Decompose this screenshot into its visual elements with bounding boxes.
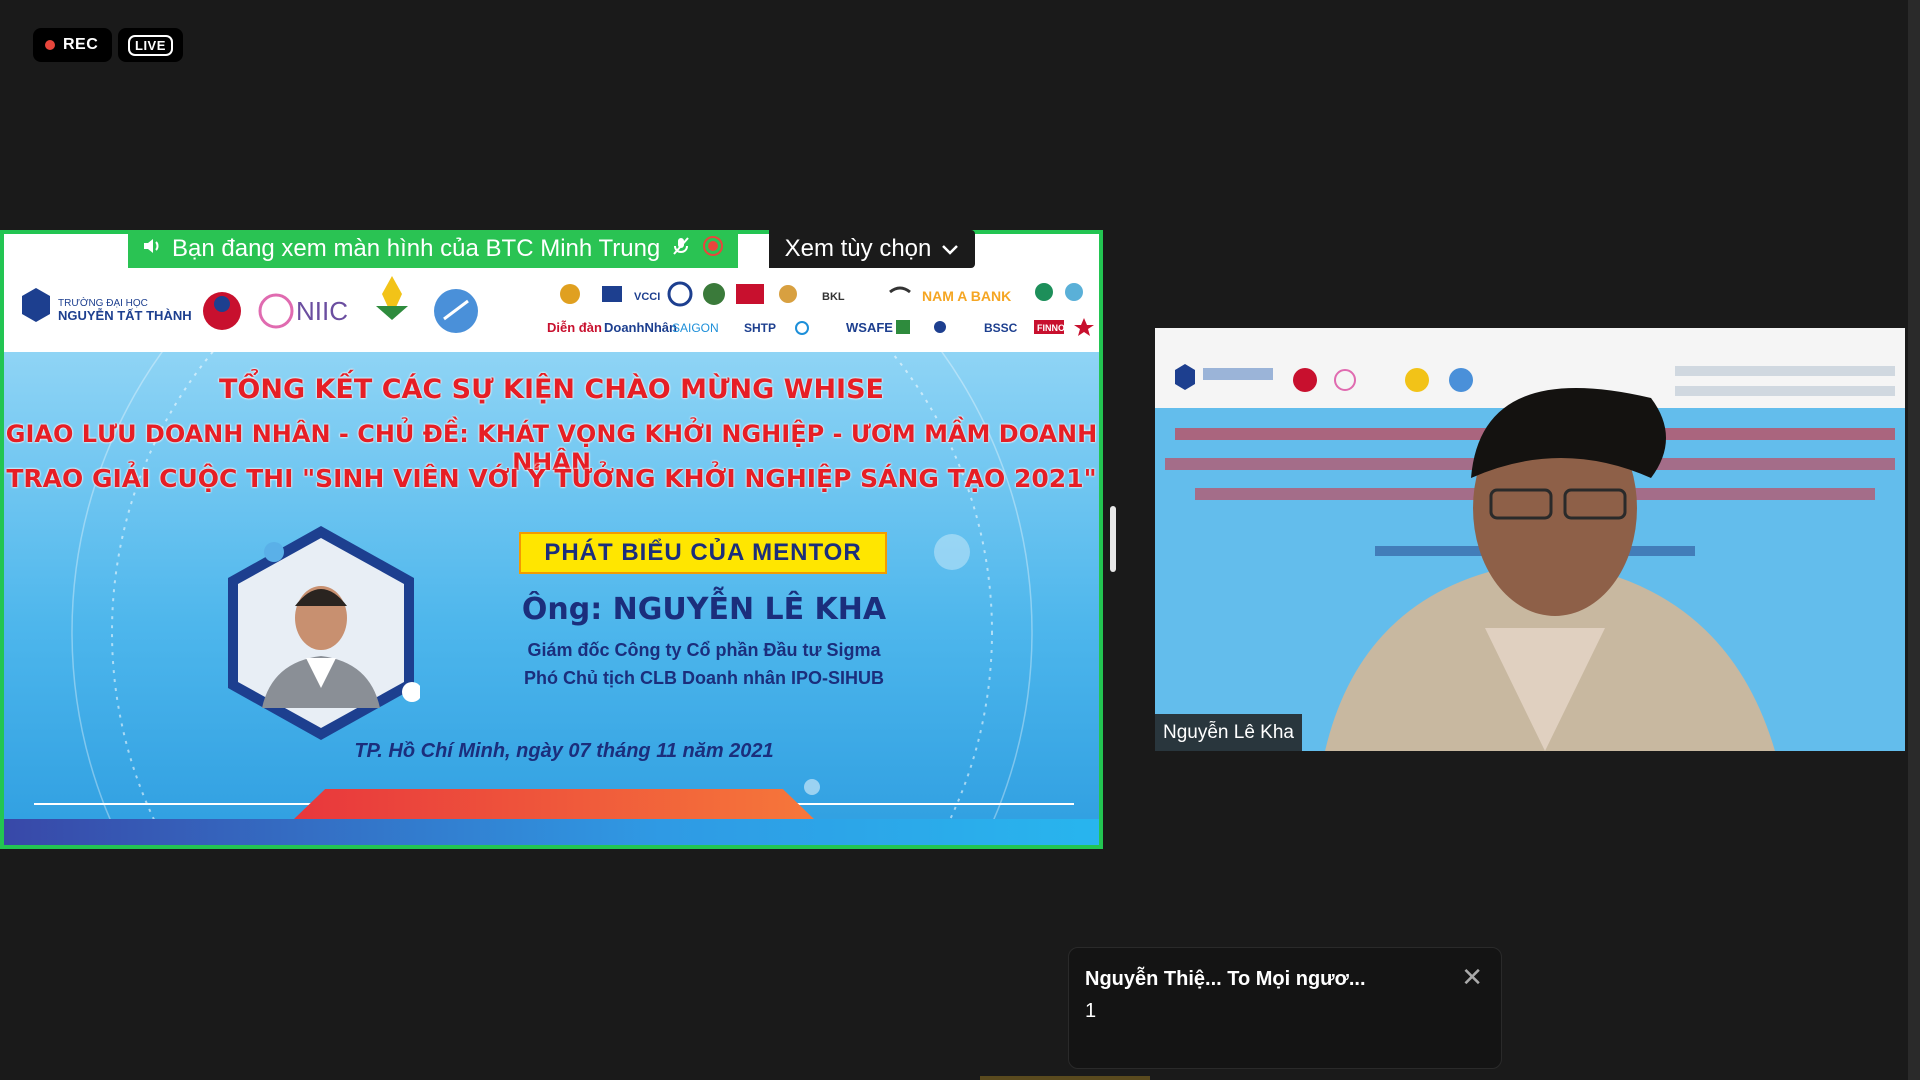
speaker-icon xyxy=(142,235,162,263)
mentor-name: Ông: NGUYỄN LÊ KHA xyxy=(521,592,887,627)
recording-indicator: REC xyxy=(33,28,113,62)
slide-title-line1: TỔNG KẾT CÁC SỰ KIỆN CHÀO MỪNG WHISE xyxy=(218,374,884,405)
view-options-label: Xem tùy chọn xyxy=(784,235,932,262)
wsafe-logo: WSAFE xyxy=(846,320,893,335)
chevron-down-icon xyxy=(941,235,959,263)
slide-title-line3: TRAO GIẢI CUỘC THI "SINH VIÊN VỚI Ý TƯỞN… xyxy=(6,464,1097,493)
rec-label: REC xyxy=(63,36,99,53)
view-options-button[interactable]: Xem tùy chọn xyxy=(769,230,975,268)
chat-sender: Nguyễn Thiệ... To Mọi ngươ... xyxy=(1085,968,1366,990)
niic-logo-text: NIIC xyxy=(296,296,348,326)
finno-logo: FINNO xyxy=(1037,323,1065,333)
mentor-portrait xyxy=(228,526,420,740)
shtp-logo: SHTP xyxy=(744,321,776,335)
record-circle-icon xyxy=(702,235,724,264)
mentor-role-1: Giám đốc Công ty Cổ phần Đầu tư Sigma xyxy=(527,640,881,660)
mentor-role-2: Phó Chủ tịch CLB Doanh nhân IPO-SIHUB xyxy=(524,668,884,688)
chat-message: 1 xyxy=(1085,1000,1097,1022)
school-name-line2: NGUYỄN TẤT THÀNH xyxy=(58,308,192,323)
shared-screen: TRƯỜNG ĐẠI HỌC NGUYỄN TẤT THÀNH NIIC VCC… xyxy=(0,230,1103,849)
vcci-logo: VCCI xyxy=(634,291,660,303)
bssc-logo: BSSC xyxy=(984,321,1018,335)
screen-share-text: Bạn đang xem màn hình của BTC Minh Trung xyxy=(172,235,661,262)
live-indicator: LIVE xyxy=(118,28,183,62)
screen-share-banner: Bạn đang xem màn hình của BTC Minh Trung xyxy=(128,230,739,268)
mic-off-icon xyxy=(670,235,692,264)
presentation-slide: TỔNG KẾT CÁC SỰ KIỆN CHÀO MỪNG WHISE GIA… xyxy=(4,352,1099,845)
doanh-nhan-logo: DoanhNhân xyxy=(604,320,677,335)
participant-name-label: Nguyễn Lê Kha xyxy=(1155,714,1302,751)
bkl-logo: BKL xyxy=(822,291,845,303)
dien-dan-logo: Diễn đàn xyxy=(547,320,602,335)
record-dot-icon xyxy=(45,40,55,50)
slide-footer-bar xyxy=(4,819,1099,845)
nam-a-bank-logo: NAM A BANK xyxy=(922,288,1011,304)
scrollbar[interactable] xyxy=(1908,0,1920,1080)
layout-resize-handle[interactable] xyxy=(1110,506,1116,572)
close-icon[interactable]: ✕ xyxy=(1461,962,1483,993)
slide-date: TP. Hồ Chí Minh, ngày 07 tháng 11 năm 20… xyxy=(354,740,774,762)
chat-notification[interactable]: Nguyễn Thiệ... To Mọi ngươ... 1 ✕ xyxy=(1068,947,1502,1069)
live-label: LIVE xyxy=(128,34,173,56)
mentor-label: PHÁT BIỂU CỦA MENTOR xyxy=(519,532,887,574)
toolbar-indicator xyxy=(980,1076,1150,1080)
slide-decor-bar xyxy=(294,789,814,819)
saigon-logo: SAIGON xyxy=(672,321,719,335)
participant-video-tile[interactable] xyxy=(1155,328,1905,751)
